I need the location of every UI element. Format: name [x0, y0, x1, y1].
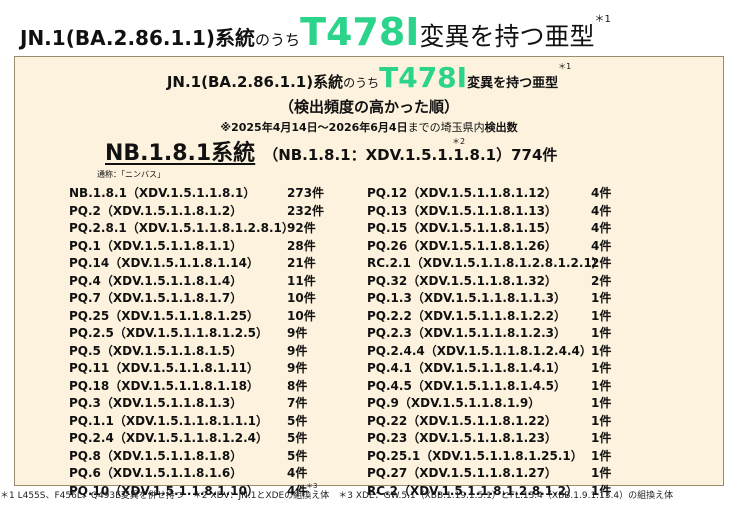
- variant-count: 2件: [591, 256, 612, 270]
- variant-count: 1件: [591, 413, 612, 428]
- variant-count: 4件: [287, 466, 308, 480]
- variant-count: 1件: [591, 466, 612, 480]
- footnotes: ＊3 ＊1 L455S、F456L、Q493E変異を併せ持つ ＊2 XDV：JN…: [0, 482, 740, 501]
- variant-count: 1件: [591, 326, 612, 340]
- variant-label: PQ.2.5（XDV.1.5.1.1.8.1.2.5）: [69, 326, 269, 340]
- variant-label: PQ.4.1（XDV.1.5.1.1.8.1.4.1）: [367, 361, 567, 375]
- variant-count: 4件: [591, 221, 612, 235]
- variant-count: 2件: [591, 273, 612, 288]
- lineage-heading: NB.1.8.1系統 （NB.1.8.1：XDV.1.5.1.1.8.1）774件…: [105, 135, 557, 167]
- variant-label: PQ.15（XDV.1.5.1.1.8.1.15）: [367, 221, 557, 235]
- panel-title-lineage: JN.1(BA.2.86.1.1)系統: [166, 73, 344, 91]
- variant-count: 1件: [591, 291, 612, 305]
- variant-label: PQ.13（XDV.1.5.1.1.8.1.13）: [367, 203, 557, 218]
- variant-label: PQ.18（XDV.1.5.1.1.8.1.18）: [69, 378, 259, 393]
- footnote-text: ＊1 L455S、F456L、Q493E変異を併せ持つ ＊2 XDV：JN.1と…: [0, 491, 674, 501]
- variant-label: PQ.2.4（XDV.1.5.1.1.8.1.2.4）: [69, 431, 269, 445]
- title-connector: のうち: [255, 31, 301, 49]
- variant-count: 9件: [287, 343, 308, 358]
- variant-count: 92件: [287, 221, 316, 235]
- variant-label: PQ.1（XDV.1.5.1.1.8.1.1）: [69, 238, 243, 253]
- footnote-marker: ＊3: [306, 482, 318, 490]
- variant-count: 9件: [287, 361, 308, 375]
- lineage-note-marker: ＊2: [452, 137, 466, 146]
- info-panel: JN.1(BA.2.86.1.1)系統のうちT478I変異を持つ亜型 ＊1 （検出…: [14, 56, 724, 498]
- variant-count: 21件: [287, 256, 316, 270]
- variant-label: RC.2.1（XDV.1.5.1.1.8.1.2.8.1.2.1）: [367, 256, 604, 270]
- date-range-suffix: 検出数: [484, 121, 518, 134]
- title-lineage: JN.1(BA.2.86.1.1)系統: [20, 26, 256, 50]
- variant-count: 5件: [287, 431, 308, 445]
- variant-label: PQ.14（XDV.1.5.1.1.8.1.14）: [69, 256, 259, 270]
- variant-label: PQ.22（XDV.1.5.1.1.8.1.22）: [367, 413, 557, 428]
- variant-label: PQ.11（XDV.1.5.1.1.8.1.11）: [69, 361, 259, 375]
- variant-count: 10件: [287, 308, 316, 323]
- date-range: ※2025年4月14日～2026年6月4日までの埼玉県内検出数: [15, 119, 723, 135]
- variant-label: PQ.12（XDV.1.5.1.1.8.1.12）: [367, 186, 557, 200]
- variant-label: PQ.1.1（XDV.1.5.1.1.8.1.1.1）: [69, 413, 269, 428]
- variant-label: PQ.23（XDV.1.5.1.1.8.1.23）: [367, 431, 557, 445]
- variant-label: PQ.2.8.1（XDV.1.5.1.1.8.1.2.8.1）: [69, 221, 294, 235]
- variant-label: PQ.26（XDV.1.5.1.1.8.1.26）: [367, 238, 557, 253]
- variant-label: PQ.4（XDV.1.5.1.1.8.1.4）: [69, 273, 243, 288]
- lineage-name: NB.1.8.1系統: [105, 141, 256, 166]
- panel-title-suffix: 変異を持つ亜型: [467, 76, 559, 91]
- variant-count: 1件: [591, 431, 612, 445]
- title-suffix: 変異を持つ亜型: [419, 22, 595, 51]
- nickname-label: 通称：「ニンバス」: [97, 170, 165, 179]
- lineage-detail: （NB.1.8.1：XDV.1.5.1.1.8.1）774件: [263, 146, 558, 164]
- date-range-mid: までの埼玉県内: [407, 121, 485, 134]
- variant-label: PQ.4.5（XDV.1.5.1.1.8.1.4.5）: [367, 378, 567, 393]
- variant-count: 4件: [591, 238, 612, 253]
- panel-title: JN.1(BA.2.86.1.1)系統のうちT478I変異を持つ亜型 ＊1: [15, 61, 723, 94]
- variant-label: PQ.3（XDV.1.5.1.1.8.1.3）: [69, 396, 243, 410]
- variant-count: 273件: [287, 186, 325, 200]
- variant-count: 1件: [591, 361, 612, 375]
- variant-label: PQ.25.1（XDV.1.5.1.1.8.1.25.1）: [367, 448, 583, 463]
- variant-count: 11件: [287, 273, 316, 288]
- variant-count: 1件: [591, 448, 612, 463]
- variant-count: 8件: [287, 378, 308, 393]
- variant-count: 232件: [287, 203, 325, 218]
- panel-title-connector: のうち: [343, 76, 380, 90]
- variant-label: PQ.2.3（XDV.1.5.1.1.8.1.2.3）: [367, 326, 567, 340]
- page-title: JN.1(BA.2.86.1.1)系統のうちT478I変異を持つ亜型＊1: [20, 10, 740, 56]
- variant-label: PQ.2.2（XDV.1.5.1.1.8.1.2.2）: [367, 308, 567, 323]
- variant-count: 1件: [591, 308, 612, 323]
- variant-count: 7件: [287, 396, 308, 410]
- variant-label: PQ.6（XDV.1.5.1.1.8.1.6）: [69, 466, 243, 480]
- variant-label: PQ.25（XDV.1.5.1.1.8.1.25）: [69, 308, 259, 323]
- variant-label: PQ.32（XDV.1.5.1.1.8.1.32）: [367, 273, 557, 288]
- panel-subtitle: （検出頻度の高かった順）: [278, 98, 459, 116]
- title-note-marker: ＊1: [594, 14, 611, 25]
- variant-label: PQ.1.3（XDV.1.5.1.1.8.1.1.3）: [367, 291, 567, 305]
- variant-count: 10件: [287, 291, 316, 305]
- variant-count: 1件: [591, 396, 612, 410]
- variant-count: 1件: [591, 343, 612, 358]
- panel-title-mutation: T478I: [379, 61, 468, 94]
- variant-label: PQ.2（XDV.1.5.1.1.8.1.2）: [69, 203, 243, 218]
- panel-title-note-marker: ＊1: [558, 62, 572, 71]
- variant-count: 4件: [591, 186, 612, 200]
- variant-count: 9件: [287, 326, 308, 340]
- variant-label: PQ.27（XDV.1.5.1.1.8.1.27）: [367, 466, 557, 480]
- variant-label: PQ.9（XDV.1.5.1.1.8.1.9）: [367, 396, 541, 410]
- variant-label: PQ.2.4.4（XDV.1.5.1.1.8.1.2.4.4）: [367, 343, 592, 358]
- variant-label: PQ.7（XDV.1.5.1.1.8.1.7）: [69, 291, 243, 305]
- variant-count: 5件: [287, 448, 308, 463]
- variant-count: 1件: [591, 378, 612, 393]
- variant-label: NB.1.8.1（XDV.1.5.1.1.8.1）: [69, 186, 256, 200]
- variant-count: 5件: [287, 413, 308, 428]
- variant-count: 28件: [287, 238, 316, 253]
- date-range-prefix: ※2025年4月14日～2026年6月4日: [220, 121, 408, 134]
- variant-label: PQ.8（XDV.1.5.1.1.8.1.8）: [69, 448, 243, 463]
- variant-label: PQ.5（XDV.1.5.1.1.8.1.5）: [69, 343, 243, 358]
- variant-count: 4件: [591, 203, 612, 218]
- title-mutation: T478I: [300, 10, 420, 54]
